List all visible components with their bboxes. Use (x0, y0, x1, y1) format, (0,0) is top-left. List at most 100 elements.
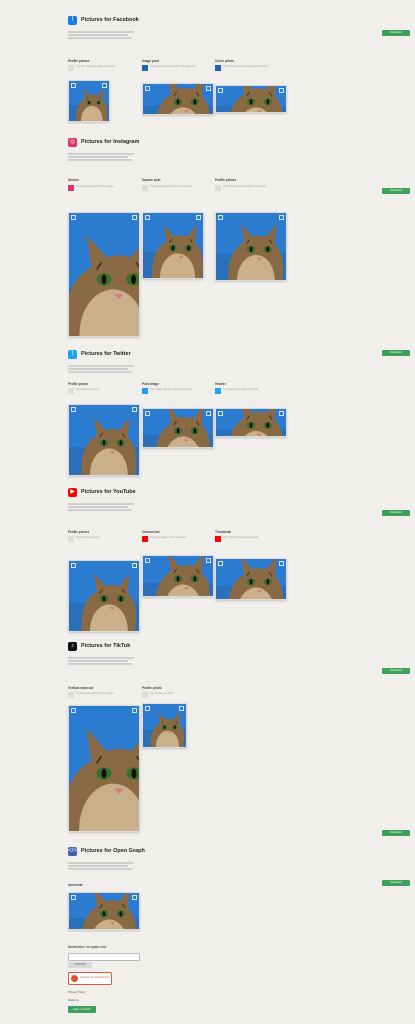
label-profile-picture: Profile picture (68, 530, 90, 534)
thumb-cover-photo[interactable] (215, 85, 287, 113)
crop-handle-icon[interactable] (196, 215, 201, 220)
crop-handle-icon[interactable] (71, 708, 76, 713)
hint-text: Tip: Keep content in the safe area (142, 536, 220, 542)
thumb-image-post[interactable] (142, 83, 214, 115)
cat-photo (143, 556, 213, 596)
crop-handle-icon[interactable] (206, 86, 211, 91)
download-button[interactable]: Download (382, 880, 410, 886)
label-header: Header (215, 382, 226, 386)
crop-handle-icon[interactable] (279, 215, 284, 220)
instagram-icon: ◎ (68, 137, 77, 147)
crop-handle-icon[interactable] (132, 563, 137, 568)
crop-handle-icon[interactable] (71, 563, 76, 568)
crop-handle-icon[interactable] (218, 561, 223, 566)
hint-text: Tip: Shown as a circle (68, 536, 146, 542)
label-image-post: Image post (142, 59, 159, 63)
hint-text: Tip: Shown as a circle (68, 388, 146, 394)
swatch-icon (142, 65, 148, 71)
swatch-icon (68, 185, 74, 191)
crop-handle-icon[interactable] (279, 561, 284, 566)
cat-photo (216, 213, 286, 280)
crop-handle-icon[interactable] (71, 895, 76, 900)
section-header: t Pictures for Twitter (68, 348, 131, 360)
cat-photo (143, 84, 213, 114)
section-description (68, 152, 138, 162)
thumb-header[interactable] (215, 408, 287, 437)
download-button[interactable]: Download (382, 510, 410, 516)
email-input[interactable]: Email address (68, 953, 140, 968)
section-description (68, 364, 138, 374)
crop-handle-icon[interactable] (145, 86, 150, 91)
producthunt-icon (71, 975, 78, 982)
thumb-profile-photo[interactable] (142, 703, 187, 748)
thumb-post-image[interactable] (142, 408, 214, 448)
thumb-universal[interactable] (68, 892, 140, 930)
download-button[interactable]: Download (382, 668, 410, 674)
hint-label: Tip: Thumbnails are shown small (223, 536, 258, 539)
subscribe-button[interactable]: Subscribe (68, 962, 92, 968)
crop-handle-icon[interactable] (145, 411, 150, 416)
thumb-stories[interactable] (68, 212, 140, 337)
label-vertical-video-ad: Vertical video ad (68, 686, 94, 690)
hint-label: Tip: Profile picture overlaps the bottom… (223, 65, 268, 68)
thumb-profile-photo[interactable] (68, 404, 140, 476)
producthunt-badge[interactable]: Featured on Product Hunt (68, 972, 112, 985)
thumb-profile-picture[interactable] (68, 80, 110, 122)
privacy-link[interactable]: Privacy Policy (68, 990, 85, 994)
crop-handle-icon[interactable] (279, 88, 284, 93)
thumb-square-post[interactable] (142, 212, 204, 279)
crop-handle-icon[interactable] (102, 83, 107, 88)
download-button[interactable]: Download (382, 350, 410, 356)
crop-handle-icon[interactable] (132, 895, 137, 900)
code-icon: </> (68, 846, 77, 856)
credits-button[interactable]: Give us credits (68, 1006, 96, 1013)
hint-text: Tip: Shown as a circle (142, 692, 220, 698)
swatch-icon (215, 536, 221, 542)
hint-text: Tip: Images may be cropped in the feed (142, 388, 220, 394)
crop-handle-icon[interactable] (145, 215, 150, 220)
download-button[interactable]: Download (382, 30, 410, 36)
facebook-icon: f (68, 15, 77, 25)
swatch-icon (142, 185, 148, 191)
section-description (68, 502, 138, 512)
section-description (68, 656, 138, 666)
crop-handle-icon[interactable] (71, 83, 76, 88)
hint-text: Tip: Profile pictures are shown as circl… (215, 185, 293, 191)
hint-label: Tip: Shown as a circle (76, 388, 100, 391)
hint-label: Tip: Shown as a circle (76, 536, 100, 539)
thumb-channel-art[interactable] (142, 555, 214, 597)
hint-text: Tip: Keep text away from the edges (68, 185, 146, 191)
label-square-post: Square post (142, 178, 161, 182)
section-title: Pictures for YouTube (81, 489, 136, 495)
crop-handle-icon[interactable] (218, 88, 223, 93)
crop-handle-icon[interactable] (206, 411, 211, 416)
label-cover-photo: Cover photo (215, 59, 234, 63)
crop-handle-icon[interactable] (132, 708, 137, 713)
thumb-profile-picture[interactable] (215, 212, 287, 281)
label-profile-photo: Profile photo (142, 686, 162, 690)
cat-photo (216, 86, 286, 112)
crop-handle-icon[interactable] (132, 215, 137, 220)
thumb-profile-picture[interactable] (68, 560, 140, 632)
swatch-icon (68, 388, 74, 394)
hint-text: Tip: Try to keep the subject centered (68, 65, 146, 71)
label-profile-picture: Profile picture (68, 59, 90, 63)
section-description (68, 861, 138, 871)
crop-handle-icon[interactable] (179, 706, 184, 711)
crop-handle-icon[interactable] (145, 706, 150, 711)
thumb-vertical-video-ad[interactable] (68, 705, 140, 832)
crop-handle-icon[interactable] (132, 407, 137, 412)
crop-handle-icon[interactable] (71, 407, 76, 412)
crop-handle-icon[interactable] (71, 215, 76, 220)
crop-handle-icon[interactable] (218, 411, 223, 416)
thumb-thumbnail[interactable] (215, 558, 287, 600)
hint-label: Tip: Shown as a circle (150, 692, 174, 695)
crop-handle-icon[interactable] (145, 558, 150, 563)
download-button[interactable]: Download (382, 188, 410, 194)
crop-handle-icon[interactable] (206, 558, 211, 563)
download-button[interactable]: Download (382, 830, 410, 836)
crop-handle-icon[interactable] (279, 411, 284, 416)
crop-handle-icon[interactable] (218, 215, 223, 220)
cat-photo (69, 561, 139, 631)
section-title: Pictures for Facebook (81, 17, 139, 23)
